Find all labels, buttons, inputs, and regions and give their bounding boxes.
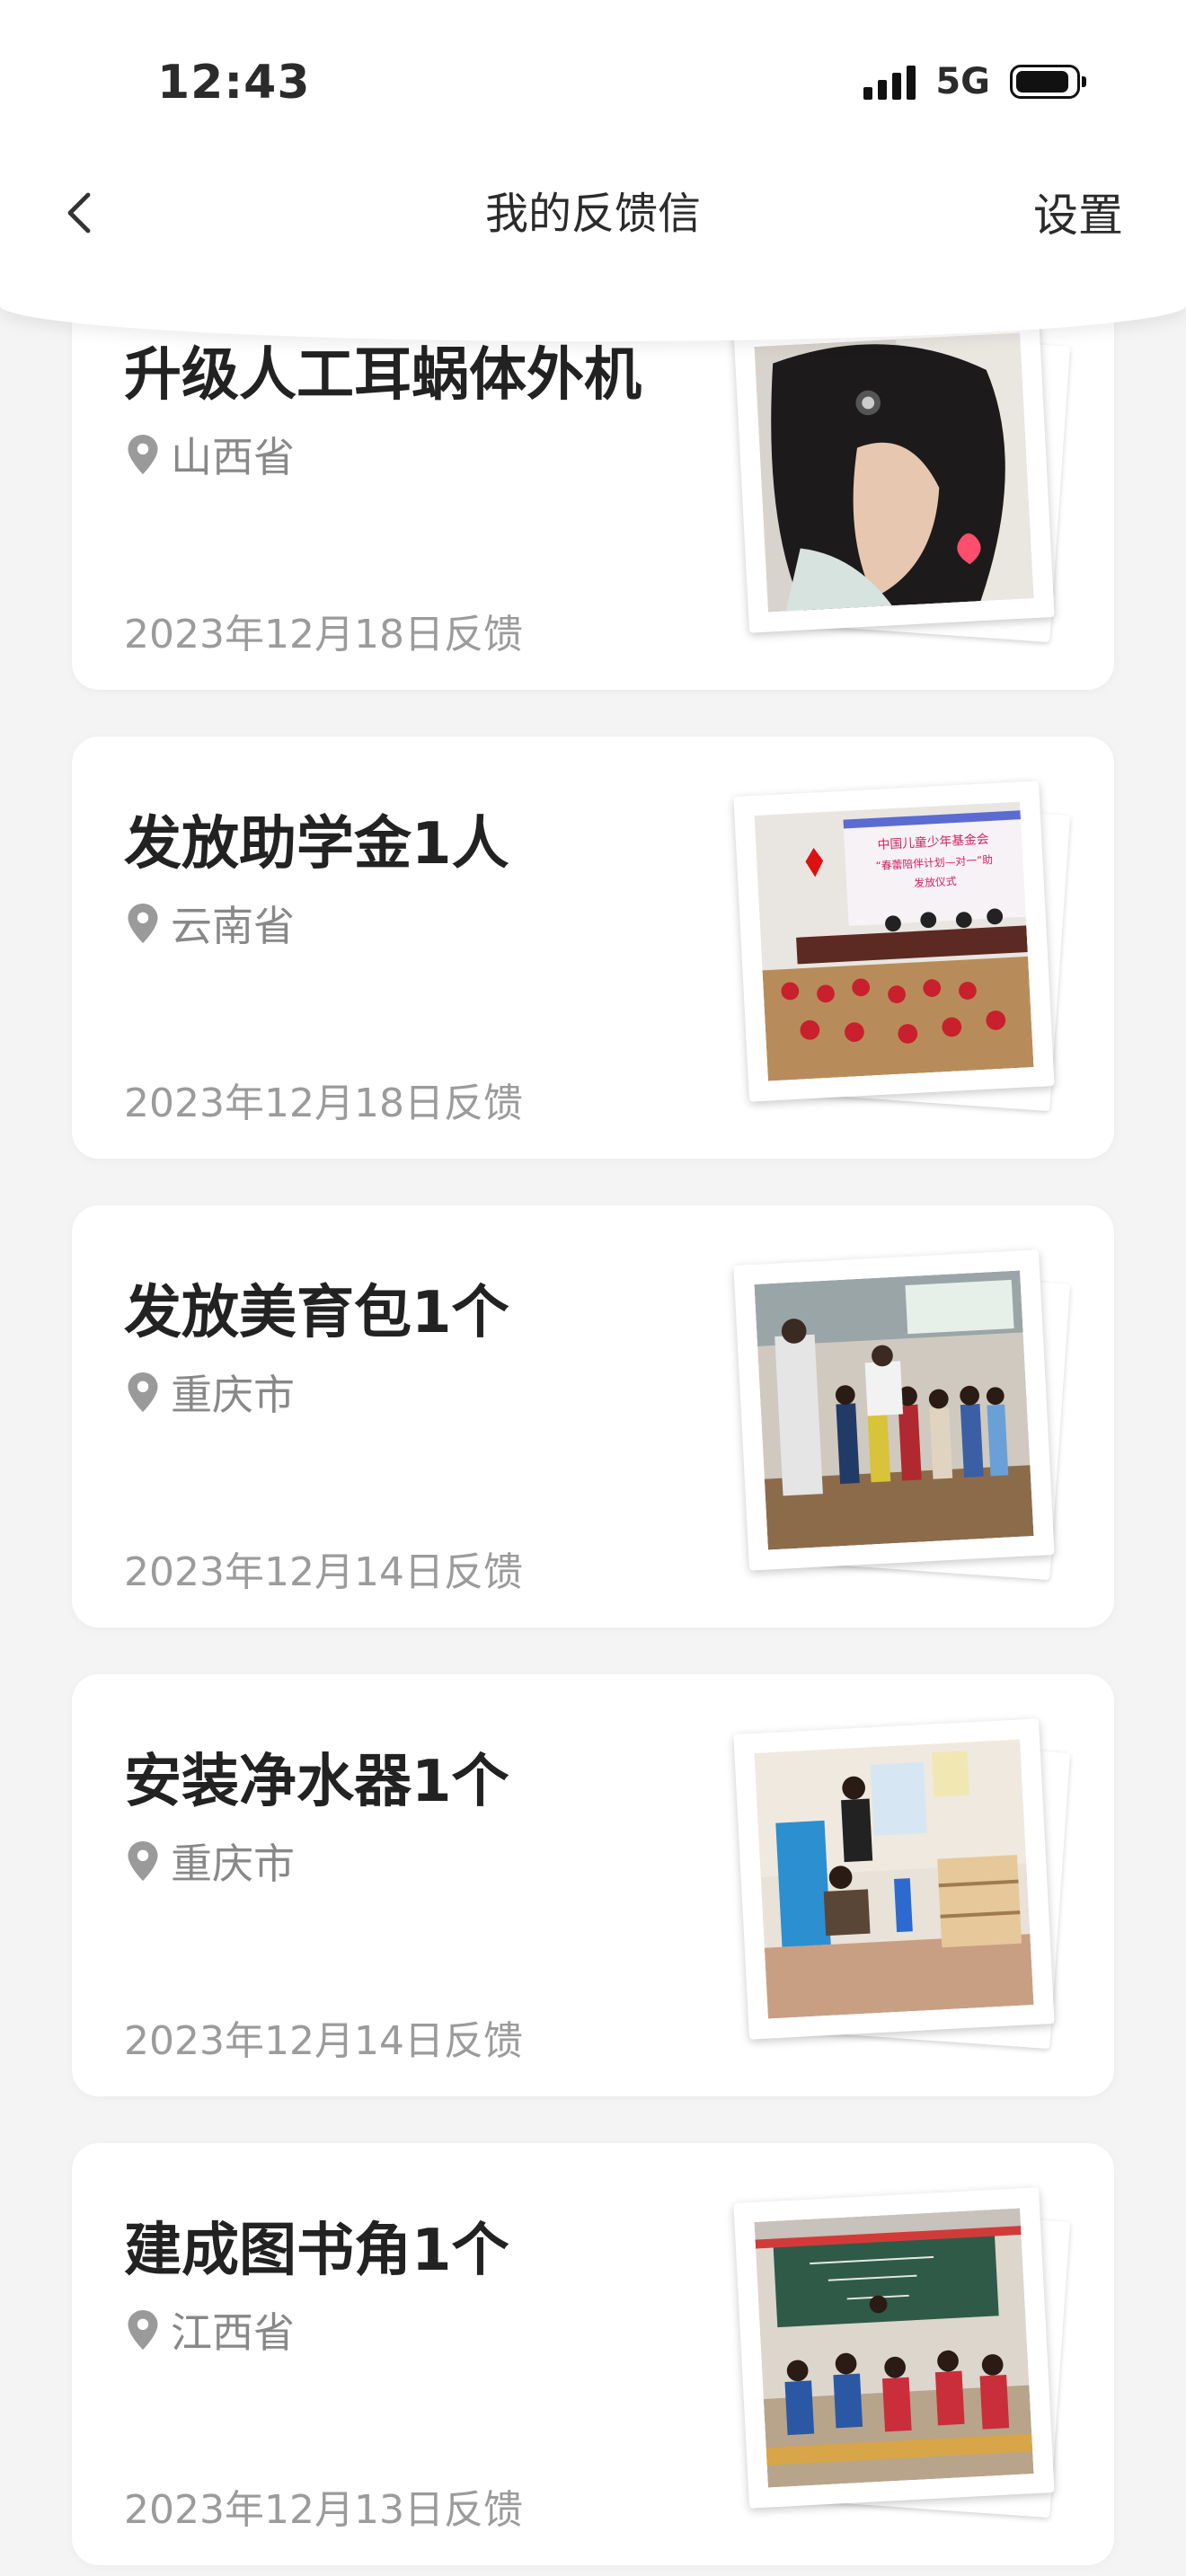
battery-icon (1010, 65, 1086, 99)
art-kit-distribution-photo (754, 1270, 1034, 1550)
card-title: 建成图书角1个 (124, 2218, 509, 2284)
card-title: 发放美育包1个 (124, 1280, 509, 1346)
status-time: 12:43 (157, 56, 311, 110)
card-location: 重庆市 (128, 1831, 295, 1891)
card-photo[interactable] (733, 312, 1071, 643)
card-photo[interactable] (733, 1249, 1071, 1581)
card-photo[interactable] (733, 1718, 1071, 2050)
photo-text-line: 发放仪式 (914, 875, 957, 889)
app-header: 12:43 5G 我的反馈信 设置 (0, 0, 1186, 341)
card-title: 安装净水器1个 (124, 1749, 509, 1815)
card-location: 云南省 (128, 894, 295, 953)
feedback-card[interactable]: 安装净水器1个 重庆市 2023年12月14日反馈 (72, 1674, 1114, 2096)
location-pin-icon (128, 904, 158, 943)
feedback-card[interactable]: 建成图书角1个 江西省 2023年12月13日反馈 (72, 2143, 1114, 2565)
card-date: 2023年12月14日反馈 (124, 2018, 523, 2064)
feedback-card[interactable]: 发放美育包1个 重庆市 2023年12月14日反馈 (72, 1205, 1114, 1628)
card-photo[interactable] (733, 2187, 1071, 2519)
card-location: 江西省 (128, 2300, 295, 2360)
card-date: 2023年12月18日反馈 (124, 612, 523, 657)
location-pin-icon (128, 2310, 158, 2350)
card-date: 2023年12月18日反馈 (124, 1081, 523, 1126)
water-purifier-install-photo (754, 1739, 1034, 2019)
card-photo[interactable]: 中国儿童少年基金会 “春蕾陪伴计划—对一”助 发放仪式 (733, 781, 1071, 1112)
card-date: 2023年12月14日反馈 (124, 1549, 523, 1595)
book-corner-classroom-photo (754, 2208, 1034, 2488)
location-pin-icon (128, 1372, 158, 1412)
settings-button[interactable]: 设置 (1033, 180, 1123, 244)
network-label: 5G (935, 61, 990, 102)
child-cochlear-implant-photo (754, 332, 1034, 613)
card-location: 重庆市 (128, 1363, 295, 1422)
card-date: 2023年12月13日反馈 (124, 2487, 523, 2533)
signal-icon (863, 64, 916, 100)
scholarship-ceremony-photo: 中国儿童少年基金会 “春蕾陪伴计划—对一”助 发放仪式 (754, 801, 1034, 1081)
page-title: 我的反馈信 (484, 189, 701, 239)
card-title: 发放助学金1人 (124, 811, 509, 878)
feedback-card[interactable]: 发放助学金1人 云南省 2023年12月18日反馈 中国儿童少年基金会 “春蕾陪… (72, 737, 1114, 1159)
status-indicators: 5G (863, 61, 1086, 102)
location-pin-icon (128, 1841, 158, 1881)
card-location: 山西省 (128, 425, 295, 484)
location-pin-icon (128, 435, 158, 474)
